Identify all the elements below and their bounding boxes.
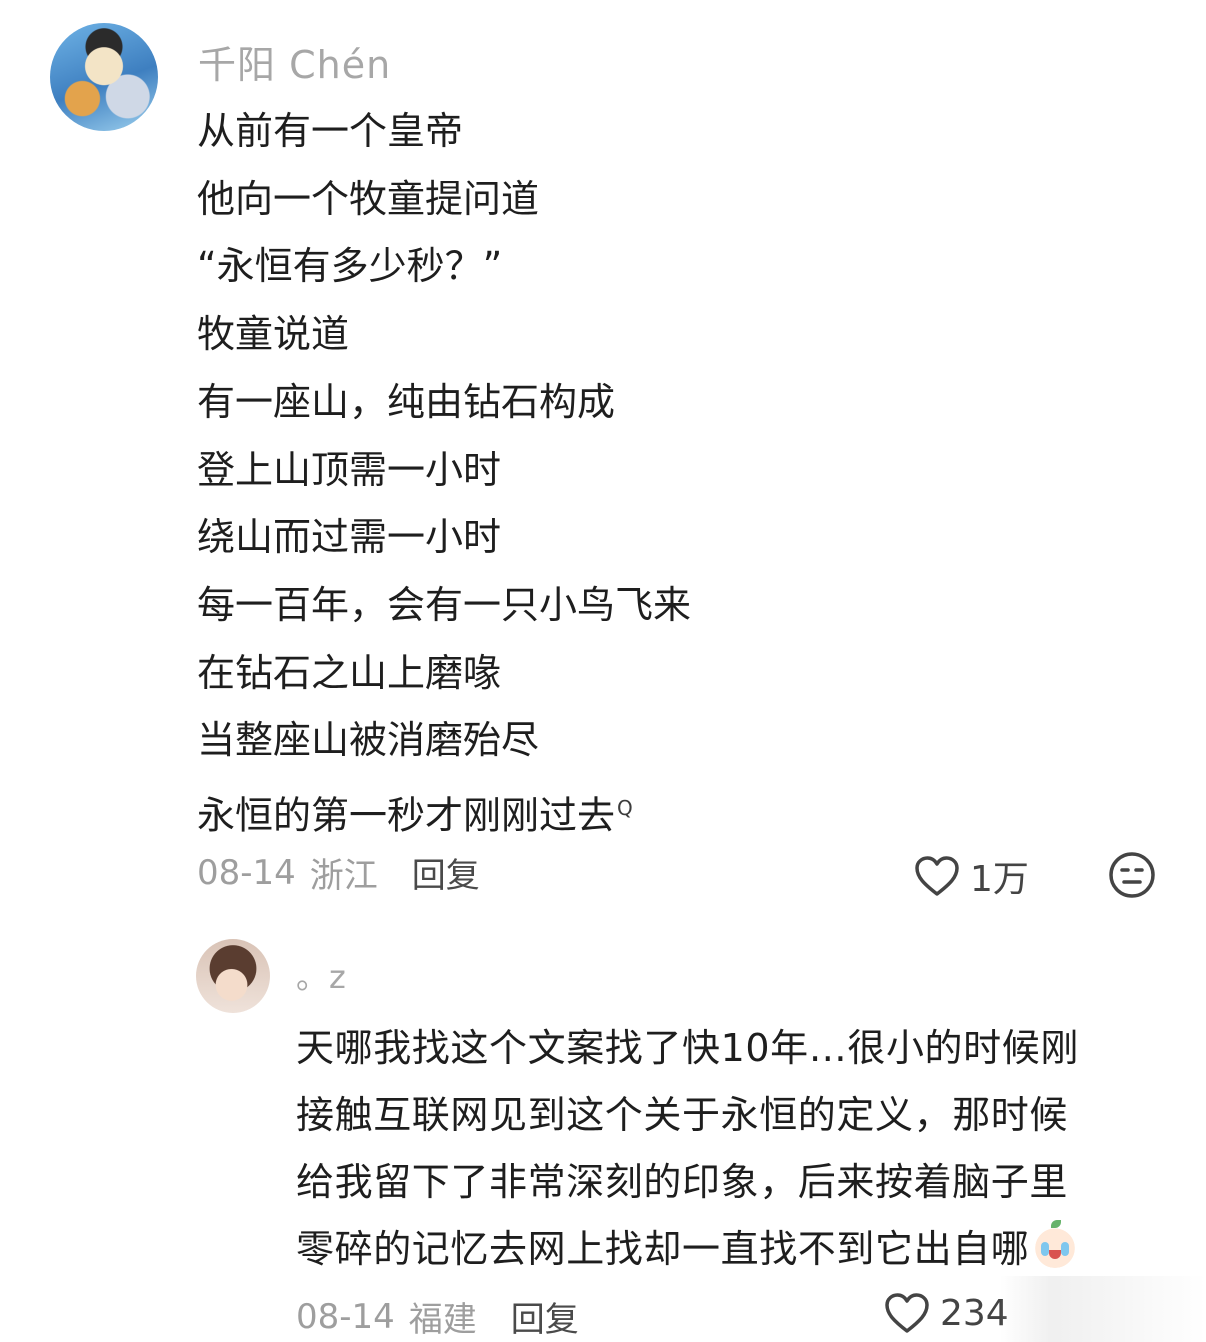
comment-meta: 08-14 福建 回复 (296, 1292, 579, 1341)
like-button[interactable]: 234 (884, 1292, 1009, 1334)
comment-date: 08-14 (197, 852, 296, 893)
like-count: 234 (940, 1292, 1009, 1334)
heart-outline-icon (885, 1293, 929, 1333)
comment-line: 给我留下了非常深刻的印象，后来按着脑子里 (296, 1160, 1069, 1204)
comment-line: 绕山而过需一小时 (197, 515, 502, 560)
like-button[interactable]: 1万 (914, 850, 1029, 902)
comment-line: 从前有一个皇帝 (197, 109, 464, 153)
search-link-icon[interactable]: Q (617, 796, 633, 820)
heart-outline-icon (915, 856, 959, 896)
like-count: 1万 (970, 859, 1029, 900)
comment-item: 千阳 Chén 从前有一个皇帝 他向一个牧童提问道 “永恒有多少秒？” 牧童说道… (0, 0, 1206, 920)
comment-body: 天哪我找这个文案找了快10年…很小的时候刚 接触互联网见到这个关于永恒的定义，那… (296, 1015, 1156, 1283)
reply-button[interactable]: 回复 (412, 848, 480, 897)
comment-location: 浙江 (309, 856, 378, 896)
dislike-button[interactable] (1108, 851, 1156, 903)
comment-line: 登上山顶需一小时 (197, 447, 502, 492)
comment-line-last: 零碎的记忆去网上找却一直找不到它出自哪 (296, 1216, 1156, 1283)
username[interactable]: 。z (296, 952, 347, 998)
comment-line: 有一座山，纯由钻石构成 (197, 379, 616, 424)
username[interactable]: 千阳 Chén (198, 34, 391, 89)
watermark-overlay (1000, 1276, 1206, 1342)
comment-line: 接触互联网见到这个关于永恒的定义，那时候 (296, 1093, 1069, 1137)
comment-line: 天哪我找这个文案找了快10年…很小的时候刚 (296, 1026, 1079, 1070)
comment-line-text: 零碎的记忆去网上找却一直找不到它出自哪 (296, 1227, 1030, 1271)
comment-date: 08-14 (296, 1296, 395, 1337)
comment-line-text: 永恒的第一秒才刚刚过去 (197, 793, 616, 838)
comment-line: 牧童说道 (197, 312, 350, 357)
comment-body: 从前有一个皇帝 他向一个牧童提问道 “永恒有多少秒？” 牧童说道 有一座山，纯由… (197, 98, 691, 850)
comment-location: 福建 (408, 1300, 477, 1340)
comment-line: 当整座山被消磨殆尽 (197, 718, 540, 763)
comment-line: 在钻石之山上磨喙 (197, 650, 502, 695)
comment-line: “永恒有多少秒？” (197, 244, 503, 289)
crying-emoji-icon (1033, 1220, 1078, 1268)
comment-line: 他向一个牧童提问道 (197, 176, 540, 221)
meh-face-icon (1109, 852, 1155, 898)
comment-meta: 08-14 浙江 回复 (197, 848, 480, 897)
comment-line-last: 永恒的第一秒才刚刚过去 Q (197, 775, 691, 850)
avatar[interactable] (196, 939, 270, 1013)
reply-button[interactable]: 回复 (511, 1292, 579, 1341)
comment-line: 每一百年，会有一只小鸟飞来 (197, 582, 692, 627)
avatar[interactable] (50, 23, 158, 131)
